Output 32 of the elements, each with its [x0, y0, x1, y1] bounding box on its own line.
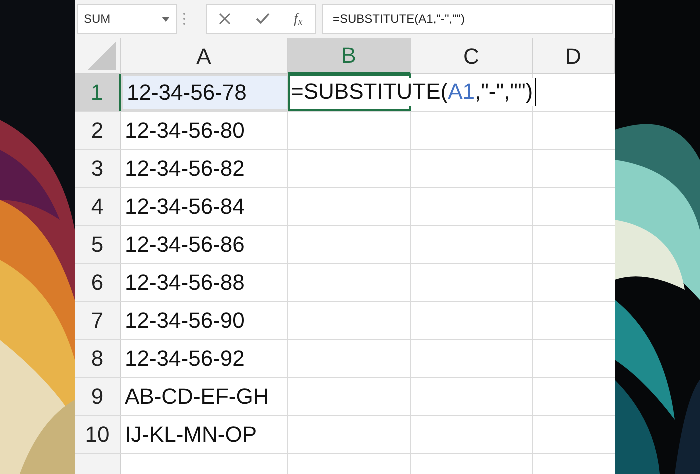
- triangle-icon: [88, 42, 116, 70]
- table-cell[interactable]: 12-34-56-78: [121, 74, 288, 111]
- grip-icon: [183, 12, 186, 26]
- column-header[interactable]: C: [411, 38, 533, 74]
- insert-function-button[interactable]: f$_{x}$: [294, 8, 303, 30]
- formula-input[interactable]: =SUBSTITUTE(A1,"-",""): [322, 4, 613, 34]
- table-cell[interactable]: 12-34-56-92: [121, 340, 288, 377]
- table-cell[interactable]: IJ-KL-MN-OP: [121, 416, 288, 453]
- row-header[interactable]: 9: [75, 378, 121, 415]
- name-box[interactable]: SUM: [77, 4, 177, 34]
- table-cell[interactable]: 12-34-56-82: [121, 150, 288, 187]
- table-cell[interactable]: 12-34-56-90: [121, 302, 288, 339]
- row-header[interactable]: 4: [75, 188, 121, 225]
- row-header[interactable]: 10: [75, 416, 121, 453]
- row-header[interactable]: 2: [75, 112, 121, 149]
- table-cell[interactable]: AB-CD-EF-GH: [121, 378, 288, 415]
- row-header[interactable]: 5: [75, 226, 121, 263]
- column-header[interactable]: B: [288, 38, 411, 74]
- table-cell[interactable]: 12-34-56-88: [121, 264, 288, 301]
- close-icon[interactable]: [219, 13, 232, 25]
- formula-text: =SUBSTITUTE(A1,"-",""): [291, 78, 536, 106]
- table-cell[interactable]: 12-34-56-86: [121, 226, 288, 263]
- row-header[interactable]: 7: [75, 302, 121, 339]
- row-header[interactable]: 3: [75, 150, 121, 187]
- check-icon[interactable]: [256, 13, 270, 25]
- table-cell[interactable]: 12-34-56-84: [121, 188, 288, 225]
- table-cell[interactable]: 12-34-56-80: [121, 112, 288, 149]
- row-header[interactable]: 8: [75, 340, 121, 377]
- row-header[interactable]: 1: [75, 74, 121, 111]
- dropdown-icon: [162, 16, 170, 22]
- row-header[interactable]: 6: [75, 264, 121, 301]
- row-header[interactable]: [75, 454, 121, 474]
